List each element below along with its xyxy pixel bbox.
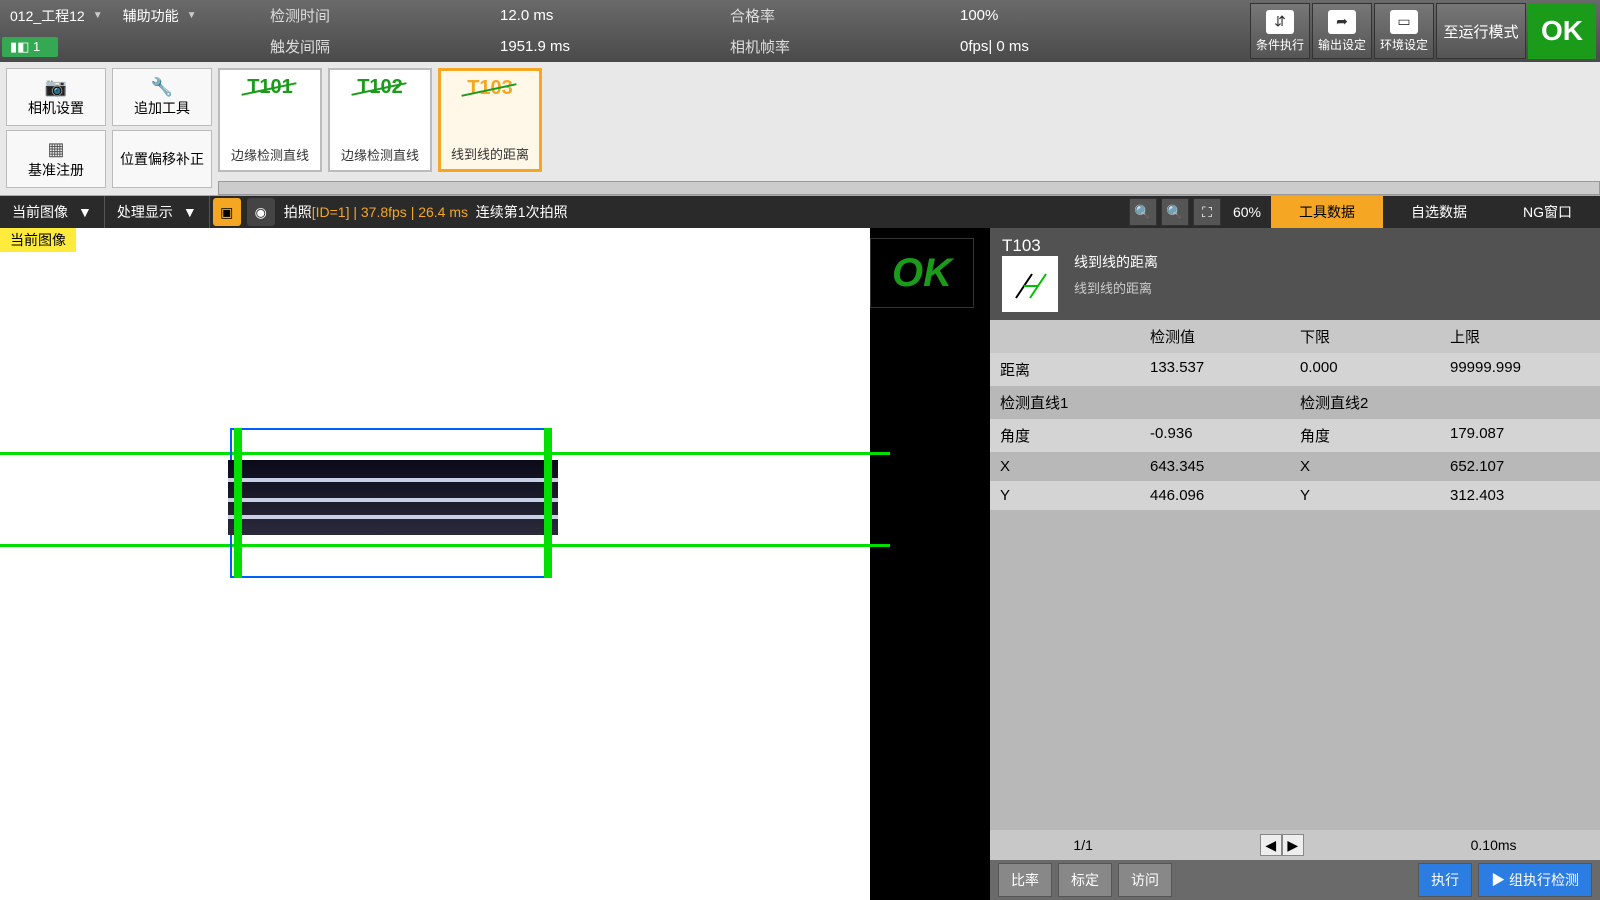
current-image-dropdown[interactable]: 当前图像▼ [0, 196, 105, 228]
cond-exec-icon: ⇵ [1266, 10, 1294, 34]
project-dropdown[interactable]: 012_工程12▼ [0, 6, 113, 26]
register-ref-button[interactable]: ▦基准注册 [6, 130, 106, 188]
exec-time: 0.10ms [1471, 837, 1517, 853]
fps-label: 相机帧率 [730, 36, 960, 57]
tool-title: 线到线的距离 [1074, 252, 1158, 272]
status-ok: OK [1528, 3, 1596, 59]
zoom-out-button[interactable]: 🔍 [1129, 198, 1157, 226]
tool-header: T103 线到线的距离 线到线的距离 [990, 228, 1600, 320]
detect-time-value: 12.0 ms [500, 7, 730, 24]
next-page-button[interactable]: ▶ [1282, 834, 1304, 856]
header-left: 012_工程12▼ 辅助功能▼ ▮◧ 1 [0, 0, 260, 62]
toolbar: 📷相机设置 ▦基准注册 🔧追加工具 位置偏移补正 T101边缘检测直线 T102… [0, 62, 1600, 196]
table-row: 距离133.5370.00099999.999 [990, 353, 1600, 386]
tool-card-t103[interactable]: T103线到线的距离 [438, 68, 542, 172]
header-bar: 012_工程12▼ 辅助功能▼ ▮◧ 1 检测时间 12.0 ms 合格率 10… [0, 0, 1600, 62]
header-stats: 检测时间 12.0 ms 合格率 100% 触发间隔 1951.9 ms 相机帧… [260, 0, 1250, 62]
tab-tool-data[interactable]: 工具数据 [1271, 196, 1383, 228]
execute-button[interactable]: 执行 [1418, 863, 1472, 897]
trigger-label: 触发间隔 [270, 36, 500, 57]
capture-info: 拍照[ID=1] | 37.8fps | 26.4 ms 连续第1次拍照 [284, 202, 568, 222]
calibrate-button[interactable]: 标定 [1058, 863, 1112, 897]
panel-footer: 比率 标定 访问 执行 ▶ 组执行检测 [990, 860, 1600, 900]
tool-list: T101边缘检测直线 T102边缘检测直线 T103线到线的距离 [218, 68, 1600, 195]
trigger-value: 1951.9 ms [500, 38, 730, 55]
tool-scrollbar[interactable] [218, 181, 1600, 195]
offset-button[interactable]: 位置偏移补正 [112, 130, 212, 188]
display-mode-dropdown[interactable]: 处理显示▼ [105, 196, 210, 228]
pager: 1/1 ◀▶ 0.10ms [990, 830, 1600, 860]
port-tab[interactable]: ▮◧ 1 [2, 37, 58, 57]
prev-page-button[interactable]: ◀ [1260, 834, 1282, 856]
output-icon: ➦ [1328, 10, 1356, 34]
tab-ng-window[interactable]: NG窗口 [1495, 196, 1600, 228]
tool-icon [1002, 256, 1058, 312]
tool-subtitle: 线到线的距离 [1074, 278, 1158, 297]
tool-id: T103 [1002, 236, 1058, 256]
tool-card-t102[interactable]: T102边缘检测直线 [328, 68, 432, 172]
table-row: 检测直线1检测直线2 [990, 386, 1600, 419]
results-table: 检测值下限上限 距离133.5370.00099999.999 检测直线1检测直… [990, 320, 1600, 830]
add-tool-button[interactable]: 🔧追加工具 [112, 68, 212, 126]
table-header: 检测值下限上限 [990, 320, 1600, 353]
group-execute-button[interactable]: ▶ 组执行检测 [1478, 863, 1592, 897]
tool-card-t101[interactable]: T101边缘检测直线 [218, 68, 322, 172]
wrench-icon: 🔧 [151, 77, 173, 98]
capture-icon[interactable]: ◉ [247, 198, 275, 226]
pass-rate-value: 100% [960, 7, 1190, 24]
zoom-fit-button[interactable]: ⛶ [1193, 198, 1221, 226]
inspection-ok-badge: OK [870, 238, 974, 308]
detect-time-label: 检测时间 [270, 5, 500, 26]
camera-icon: 📷 [45, 77, 67, 98]
header-buttons: ⇵条件执行 ➦输出设定 ▭环境设定 至运行模式 OK [1250, 0, 1596, 62]
rate-button[interactable]: 比率 [998, 863, 1052, 897]
main-area: 当前图像 OK T103 线到线的距离 线到线的距离 [0, 228, 1600, 900]
run-mode-button[interactable]: 至运行模式 [1436, 3, 1526, 59]
current-image-tag: 当前图像 [0, 228, 76, 252]
tab-custom-data[interactable]: 自选数据 [1383, 196, 1495, 228]
fps-value: 0fps| 0 ms [960, 38, 1190, 55]
output-button[interactable]: ➦输出设定 [1312, 3, 1372, 59]
pass-rate-label: 合格率 [730, 5, 960, 26]
inspection-overlay [0, 398, 890, 738]
image-viewer[interactable]: 当前图像 OK [0, 228, 990, 900]
right-panel: T103 线到线的距离 线到线的距离 检测值下限上限 距离133.5370.00… [990, 228, 1600, 900]
zoom-in-button[interactable]: 🔍 [1161, 198, 1189, 226]
cond-exec-button[interactable]: ⇵条件执行 [1250, 3, 1310, 59]
env-button[interactable]: ▭环境设定 [1374, 3, 1434, 59]
env-icon: ▭ [1390, 10, 1418, 34]
sub-header: 当前图像▼ 处理显示▼ ▣ ◉ 拍照[ID=1] | 37.8fps | 26.… [0, 196, 1600, 228]
table-row: X643.345X652.107 [990, 452, 1600, 481]
table-row: 角度-0.936角度179.087 [990, 419, 1600, 452]
camera-settings-button[interactable]: 📷相机设置 [6, 68, 106, 126]
table-row: Y446.096Y312.403 [990, 481, 1600, 510]
zoom-level: 60% [1233, 204, 1261, 220]
register-icon: ▦ [47, 139, 64, 160]
aux-dropdown[interactable]: 辅助功能▼ [113, 6, 207, 26]
overlay-toggle-icon[interactable]: ▣ [213, 198, 241, 226]
page-indicator: 1/1 [1073, 837, 1092, 853]
visit-button[interactable]: 访问 [1118, 863, 1172, 897]
